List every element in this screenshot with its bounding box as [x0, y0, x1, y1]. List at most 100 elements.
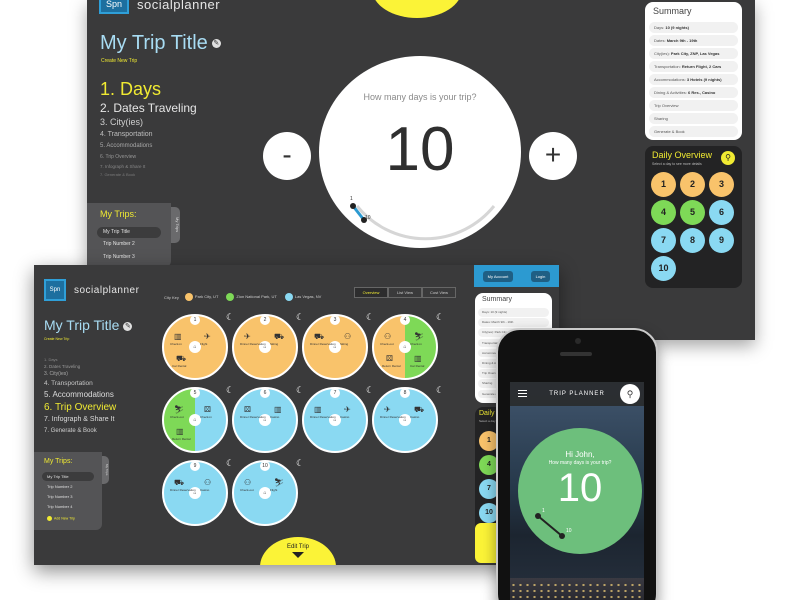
my-trip-item[interactable]: Trip Number 4: [47, 504, 72, 509]
city-key-item: Las Vegas, NV: [284, 293, 321, 301]
tab-list-view[interactable]: List View: [388, 287, 422, 298]
step-dates[interactable]: 2. Dates Traveling: [100, 100, 197, 116]
days-dial[interactable]: [518, 428, 642, 554]
moon-icon: ☾: [436, 385, 445, 395]
my-trip-item[interactable]: My Trip Title: [97, 227, 161, 238]
my-account-button[interactable]: My Account: [482, 270, 514, 282]
summary-link[interactable]: Sharing: [649, 113, 738, 124]
create-new-trip-link[interactable]: Create New Trip: [44, 337, 69, 341]
trip-title-text: My Trip Title: [100, 32, 208, 54]
activity-label: Casino: [270, 415, 280, 419]
my-trip-item[interactable]: Trip Number 2: [103, 241, 135, 247]
summary-row: Dates: March 9th - 19th: [649, 35, 738, 46]
day-number: 9: [190, 462, 200, 471]
day-wheel[interactable]: 9 ⌂ ⛟ Dinner Reservation ⚇ Casino: [162, 460, 228, 526]
day-wheel[interactable]: 2 ⌂ ✈ Dinner Reservation ⛟ Skiing: [232, 314, 298, 380]
day-wheel[interactable]: 3 ⌂ ⛟ Dinner Reservation ⚇ Skiing: [302, 314, 368, 380]
activity-label: Check-in: [200, 415, 212, 419]
moon-icon: ☾: [366, 385, 375, 395]
logo-text: socialplanner: [137, 0, 221, 12]
day-button[interactable]: 2: [680, 172, 705, 197]
tab-overview[interactable]: Overview: [354, 287, 388, 298]
step-accommodations[interactable]: 5. Accommodations: [44, 389, 116, 401]
create-new-trip-link[interactable]: Create New Trip: [101, 58, 137, 64]
my-trips-collapse-tab[interactable]: My Trips: [102, 456, 109, 484]
step-accommodations[interactable]: 5. Accommodations: [100, 141, 197, 152]
summary-link[interactable]: Trip Overview: [649, 100, 738, 111]
step-transportation[interactable]: 4. Transportation: [100, 129, 197, 141]
search-icon[interactable]: ⚲: [721, 151, 735, 165]
increment-button[interactable]: +: [529, 132, 577, 180]
day-number: 5: [190, 389, 200, 398]
step-dates[interactable]: 2. Dates Traveling: [44, 363, 116, 370]
day-wheel[interactable]: 10 ⌂ ⚇ Check-out ⛷ Flight: [232, 460, 298, 526]
my-trips-panel: My Trips: My Trip Title Trip Number 2 Tr…: [34, 452, 109, 530]
day-button[interactable]: 6: [709, 200, 734, 225]
my-trip-item[interactable]: Trip Number 2: [47, 484, 72, 489]
step-trip-overview[interactable]: 6. Trip Overview: [44, 401, 116, 414]
step-transportation[interactable]: 4. Transportation: [44, 379, 116, 389]
my-trip-item[interactable]: Trip Number 3: [47, 494, 72, 499]
dial-min-label: 1: [350, 196, 353, 202]
step-generate[interactable]: 7. Generate & Book: [100, 171, 197, 179]
days-dial[interactable]: [319, 56, 521, 248]
activity-icon: ⛟: [176, 354, 187, 363]
phone-speaker: [560, 352, 592, 356]
day-button[interactable]: 7: [651, 228, 676, 253]
day-button[interactable]: 8: [680, 228, 705, 253]
add-new-trip-button[interactable]: Add New Trip: [47, 516, 75, 521]
activity-label: Dinner Reservation: [240, 415, 266, 419]
app-logo[interactable]: Spn socialplanner: [44, 279, 139, 301]
step-generate[interactable]: 7. Generate & Book: [44, 426, 116, 437]
day-button[interactable]: 9: [709, 228, 734, 253]
day-wheel[interactable]: 7 ⌂ ▥ Dinner Reservation ✈ Casino: [302, 387, 368, 453]
my-trip-item[interactable]: My Trip Title: [42, 472, 94, 481]
day-button[interactable]: 1: [651, 172, 676, 197]
hotel-icon: ⛷: [174, 405, 185, 414]
step-cities[interactable]: 3. City(ies): [44, 370, 116, 379]
step-infograph[interactable]: 7. Infograph & Share It: [100, 162, 197, 171]
activity-label: Casino: [410, 415, 420, 419]
step-infograph[interactable]: 7. Infograph & Share It: [44, 414, 116, 426]
step-list: 1. Days 2. Dates Traveling 3. City(ies) …: [44, 357, 116, 437]
edit-trip-button[interactable]: Edit Trip: [260, 537, 336, 565]
hotel-icon: ⚄: [244, 405, 251, 414]
step-trip-overview[interactable]: 6. Trip Overview: [100, 152, 197, 162]
activity-icon: ⚄: [386, 354, 393, 363]
my-trips-collapse-tab[interactable]: My Trips: [171, 207, 180, 243]
login-button[interactable]: Login: [530, 270, 551, 282]
activity-icon: ▥: [176, 427, 184, 436]
day-button[interactable]: 3: [709, 172, 734, 197]
day-wheel[interactable]: 1 ⌂ ▥ Check-in ✈ Flight ⛟ Car Rental: [162, 314, 228, 380]
view-tabs: Overview List View Cost View: [354, 287, 456, 298]
summary-row-label: City(ies):: [654, 51, 670, 56]
city-color-dot: [284, 293, 293, 301]
tab-cost-view[interactable]: Cost View: [422, 287, 456, 298]
edit-icon[interactable]: ✎: [211, 39, 221, 49]
logo-mark: Spn: [44, 279, 66, 301]
summary-link[interactable]: Generate & Book: [649, 126, 738, 137]
my-trip-item[interactable]: Trip Number 3: [103, 254, 135, 260]
app-logo[interactable]: Spn socialplanner: [99, 0, 220, 14]
day-wheel[interactable]: 6 ⌂ ⚄ Dinner Reservation ▥ Casino: [232, 387, 298, 453]
day-button[interactable]: 10: [651, 256, 676, 281]
search-icon[interactable]: ⚲: [620, 384, 640, 404]
my-trips-title: My Trips:: [44, 458, 73, 465]
city-key-name: Park City, UT: [194, 294, 219, 300]
decrement-button[interactable]: -: [263, 132, 311, 180]
menu-icon[interactable]: [518, 390, 527, 397]
step-cities[interactable]: 3. City(ies): [100, 116, 197, 129]
top-accent-shape: [372, 0, 462, 18]
day-button[interactable]: 5: [680, 200, 705, 225]
day-wheel[interactable]: 5 ⌂ ⛷ Check-out ⚄ Check-in ▥ Return Rental: [162, 387, 228, 453]
edit-icon[interactable]: ✎: [123, 321, 133, 331]
summary-row-value: 10 (9 nights): [665, 25, 689, 30]
summary-row: Days: 10 (9 nights): [478, 308, 549, 317]
summary-row: Accommodations: 3 Hotels (9 nights): [649, 74, 738, 85]
step-days[interactable]: 1. Days: [100, 78, 197, 100]
day-button[interactable]: 4: [651, 200, 676, 225]
day-wheel[interactable]: 8 ⌂ ✈ Dinner Reservation ⛟ Casino: [372, 387, 438, 453]
day-wheel[interactable]: 4 ⌂ ⚇ Check-out ⛷ Check-in ⚄ Return Rental ▥ Car …: [372, 314, 438, 380]
phone-screen: TRIP PLANNER ⚲ Hi John, How many days is…: [510, 382, 644, 600]
phone-camera: [575, 338, 581, 344]
